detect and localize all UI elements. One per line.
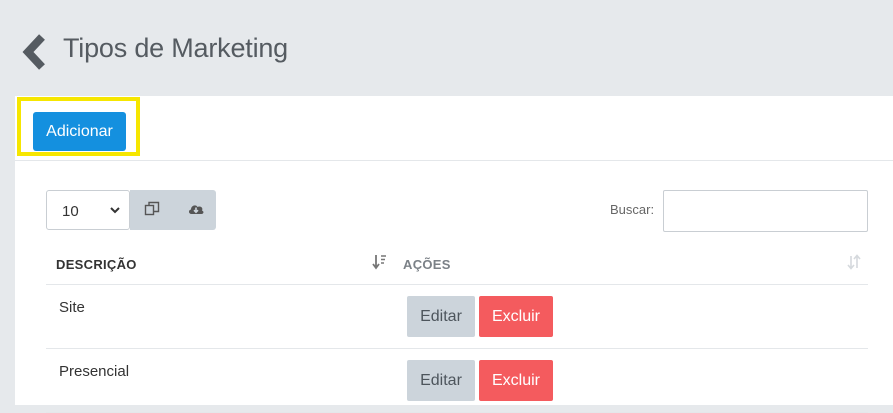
sort-desc-icon [372, 253, 388, 274]
column-header-descricao[interactable]: DESCRIÇÃO [46, 242, 395, 285]
copy-icon [144, 201, 160, 216]
page-title: Tipos de Marketing [63, 33, 289, 63]
delete-button[interactable]: Excluir [479, 360, 553, 401]
table-row: Presencial Editar Excluir [46, 349, 868, 413]
chevron-down-icon [109, 201, 121, 219]
edit-button[interactable]: Editar [407, 360, 475, 401]
page-length-select[interactable]: 10 [46, 190, 130, 230]
copy-button[interactable] [130, 190, 173, 230]
cloud-download-icon [188, 205, 204, 214]
add-button[interactable]: Adicionar [33, 112, 126, 151]
chevron-left-icon[interactable] [20, 34, 48, 70]
delete-button[interactable]: Excluir [479, 296, 553, 337]
content-panel: Adicionar 10 Buscar: DESCRIÇÃO AÇÕES Sit… [15, 96, 893, 413]
sort-icon [847, 253, 861, 274]
search-input[interactable] [663, 190, 868, 232]
page-header: Tipos de Marketing [0, 0, 893, 96]
table-row: Site Editar Excluir [46, 285, 868, 349]
toolbar: Adicionar [15, 96, 893, 161]
download-button[interactable] [173, 190, 216, 230]
row-description: Presencial [59, 363, 130, 380]
column-header-acoes[interactable]: AÇÕES [395, 242, 868, 285]
export-button-group [130, 190, 216, 230]
search-label: Buscar: [610, 202, 655, 217]
page-length-value: 10 [62, 203, 79, 220]
row-description: Site [59, 299, 85, 316]
edit-button[interactable]: Editar [407, 296, 475, 337]
